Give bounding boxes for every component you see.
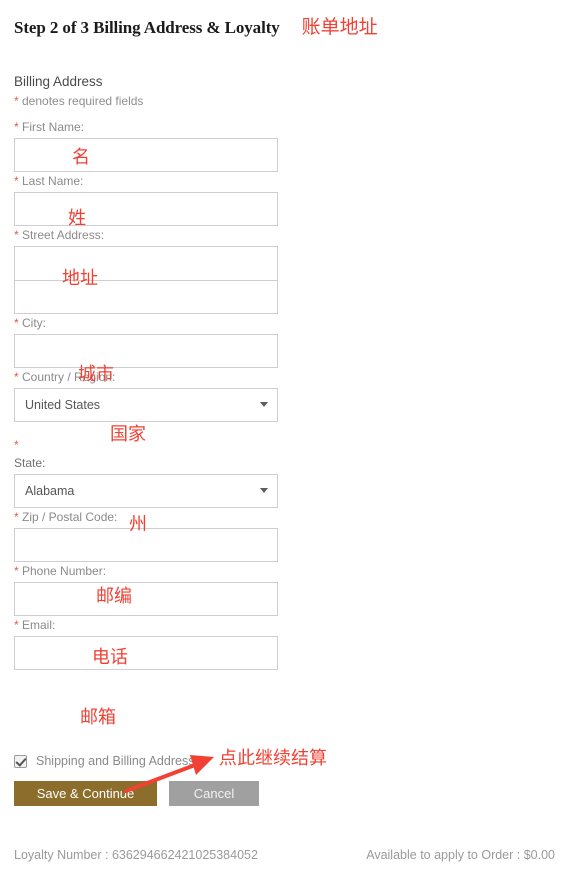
label-country-region-text: Country / Region: — [18, 370, 116, 384]
label-state: State: — [14, 456, 46, 470]
email-input[interactable] — [14, 636, 278, 670]
label-zip: * Zip / Postal Code: — [14, 508, 278, 528]
required-asterisk: * — [14, 438, 19, 452]
loyalty-number: Loyalty Number : 636294662421025384052 — [14, 848, 258, 862]
shipping-same-as-billing-label: Shipping and Billing Address — [36, 754, 195, 768]
label-city: * City: — [14, 314, 278, 334]
last-name-input[interactable] — [14, 192, 278, 226]
required-fields-note: * denotes required fields — [14, 94, 143, 108]
loyalty-footer: Loyalty Number : 636294662421025384052 A… — [14, 848, 555, 862]
field-country-region: * Country / Region: United States — [14, 368, 278, 422]
label-zip-text: Zip / Postal Code: — [18, 510, 118, 524]
field-last-name: * Last Name: — [14, 172, 278, 226]
country-region-select[interactable]: United States — [14, 388, 278, 422]
field-phone: * Phone Number: — [14, 562, 278, 616]
field-street-address: * Street Address: — [14, 226, 278, 314]
label-country-region: * Country / Region: — [14, 368, 278, 388]
zip-input[interactable] — [14, 528, 278, 562]
city-input[interactable] — [14, 334, 278, 368]
first-name-input[interactable] — [14, 138, 278, 172]
label-email: * Email: — [14, 616, 278, 636]
country-region-selected-value: United States — [14, 388, 278, 422]
page-header: Step 2 of 3 Billing Address & Loyalty 账单… — [14, 12, 378, 39]
save-and-continue-button[interactable]: Save & Continue — [14, 781, 157, 806]
label-email-text: Email: — [18, 618, 56, 632]
street-address-line2-input[interactable] — [14, 280, 278, 314]
annotation-billing-address: 账单地址 — [301, 16, 378, 38]
label-street-address: * Street Address: — [14, 226, 278, 246]
billing-address-form: * First Name: * Last Name: * Street Addr… — [14, 118, 278, 670]
state-select[interactable]: Alabama — [14, 474, 278, 508]
label-first-name: * First Name: — [14, 118, 278, 138]
label-first-name-text: First Name: — [18, 120, 85, 134]
required-note-text: denotes required fields — [18, 94, 144, 108]
label-last-name-text: Last Name: — [18, 174, 84, 188]
page-title: Step 2 of 3 Billing Address & Loyalty — [14, 18, 280, 37]
annotation-click-to-continue: 点此继续结算 — [219, 748, 327, 769]
field-city: * City: — [14, 314, 278, 368]
cancel-button[interactable]: Cancel — [169, 781, 259, 806]
form-actions: Save & Continue Cancel — [14, 781, 259, 806]
annotation-email: 邮箱 — [80, 707, 116, 728]
field-zip: * Zip / Postal Code: — [14, 508, 278, 562]
label-city-text: City: — [18, 316, 47, 330]
label-street-address-text: Street Address: — [18, 228, 105, 242]
street-address-line1-input[interactable] — [14, 246, 278, 280]
phone-input[interactable] — [14, 582, 278, 616]
shipping-same-as-billing-row[interactable]: Shipping and Billing Address — [14, 754, 194, 768]
label-last-name: * Last Name: — [14, 172, 278, 192]
state-selected-value: Alabama — [14, 474, 278, 508]
field-email: * Email: — [14, 616, 278, 670]
label-phone-text: Phone Number: — [18, 564, 107, 578]
section-heading: Billing Address — [14, 74, 103, 89]
field-first-name: * First Name: — [14, 118, 278, 172]
loyalty-available-amount: Available to apply to Order : $0.00 — [366, 848, 555, 862]
label-phone: * Phone Number: — [14, 562, 278, 582]
field-state: * State: Alabama — [14, 436, 278, 508]
checkbox-icon[interactable] — [14, 754, 27, 768]
checkout-billing-page: Step 2 of 3 Billing Address & Loyalty 账单… — [0, 0, 569, 875]
